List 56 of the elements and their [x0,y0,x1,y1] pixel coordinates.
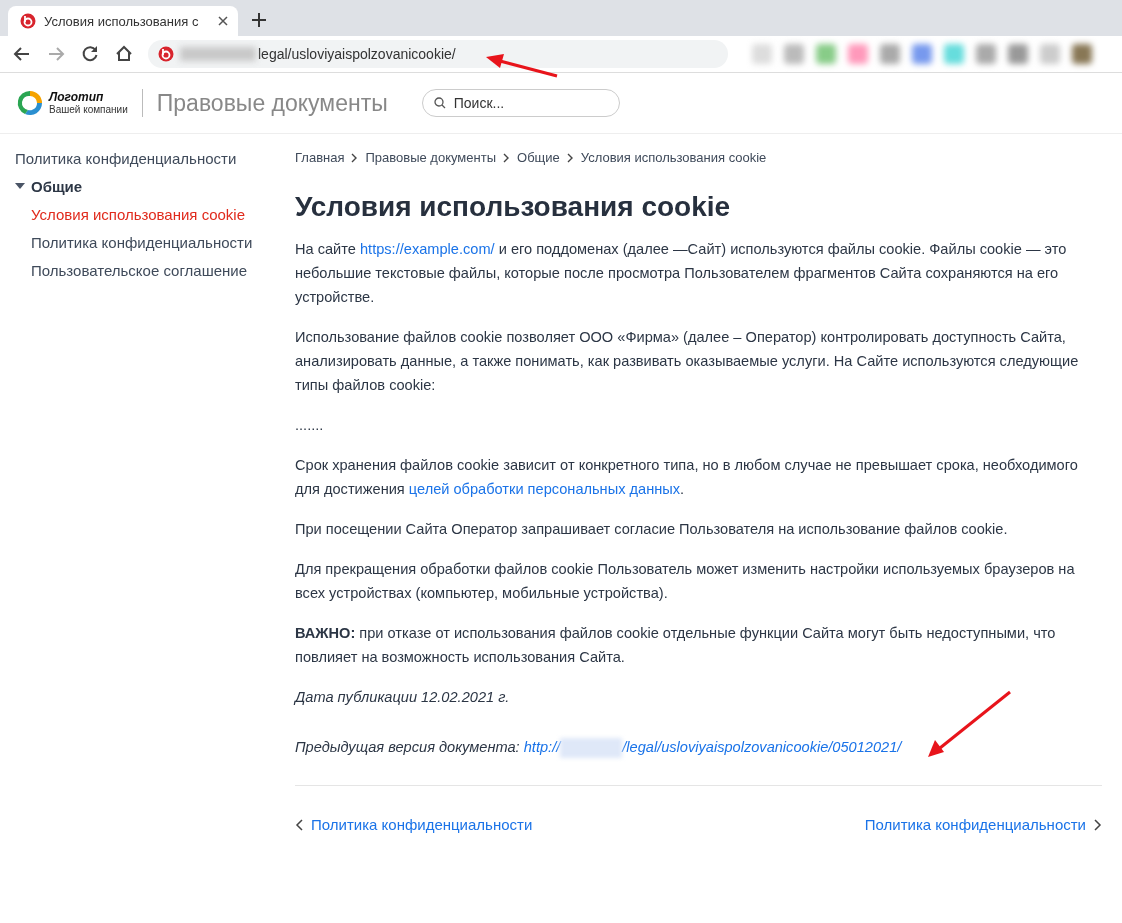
site-title: Правовые документы [156,89,388,117]
paragraph: Предыдущая версия документа: http:// /legal/usloviyaispolzovanicookie/05012021/ [295,735,1102,759]
extension-icon[interactable] [1040,44,1060,64]
browser-tab[interactable]: Условия использования с [8,6,238,36]
text-link[interactable]: /legal/usloviyaispolzovanicookie/05012021/ [622,739,902,755]
extension-icon[interactable] [848,44,868,64]
breadcrumb-item[interactable]: Правовые документы [365,150,497,165]
chevron-left-icon[interactable] [295,818,303,831]
breadcrumb-item: Условия использования cookie [580,150,767,165]
breadcrumb-item[interactable]: Общие [517,150,560,165]
previous-page-link[interactable]: Политика конфиденциальности [311,816,533,833]
paragraph: ....... [295,416,325,435]
page-title: Условия использования cookie [295,191,732,223]
sidebar-item[interactable]: Политика конфиденциальности [31,233,253,251]
paragraph: На сайте https://example.com/ и его поддоменах (далее —Сайт) используются файлы cookie. Файлы cookie — это небольшие текстовые файлы, которые после просмотра Пользователем фрагментов Сайта сохраняются на его устройстве. [295,240,1068,307]
extension-icon[interactable] [752,44,772,64]
extension-icon[interactable] [880,44,900,64]
favicon-icon [158,46,174,62]
extension-icon[interactable] [816,44,836,64]
chevron-right-icon [503,152,511,163]
extension-icon[interactable] [784,44,804,64]
search-field[interactable]: Поиск... [421,89,620,117]
sidebar-item[interactable]: Условия использования cookie [31,205,245,223]
chevron-right-icon [566,152,574,163]
annotation-arrow [486,54,558,78]
extension-icon[interactable] [1008,44,1028,64]
extension-icon[interactable] [1072,44,1092,64]
sidebar-item[interactable]: Пользовательское соглашение [31,261,248,279]
text-link[interactable]: https://example.com/ [359,241,495,257]
extension-icon[interactable] [976,44,996,64]
paragraph: При посещении Сайта Оператор запрашивает согласие Пользователя на использование файлов cookie. [295,520,1009,539]
url-text: legal/usloviyaispolzovanicookie/ [258,46,456,62]
logo-icon [15,88,45,118]
extension-icon[interactable] [944,44,964,64]
chevron-right-icon [351,152,359,163]
close-icon[interactable] [218,16,228,26]
caret-down-icon[interactable] [15,181,25,191]
paragraph: Срок хранения файлов cookie зависит от конкретного типа, но в любом случае не превышает срока, необходимого для достижения целей обработки персональных данных. [295,456,1079,499]
next-page-link[interactable]: Политика конфиденциальности [864,816,1086,833]
text-link[interactable]: http:// [523,739,561,755]
tab-title: Условия использования с [44,13,200,29]
paragraph: Для прекращения обработки файлов cookie Пользователь может изменить настройки используемых браузеров на всех устройствах (компьютер, мобильные устройства). [295,560,1076,603]
chevron-right-icon[interactable] [1094,818,1102,831]
new-tab-icon[interactable] [252,13,266,27]
sidebar-item[interactable]: Политика конфиденциальности [15,149,237,167]
breadcrumb-item[interactable]: Главная [295,150,345,165]
paragraph: Использование файлов cookie позволяет ООО «Фирма» (далее – Оператор) контролировать доступность Сайта, анализировать данные, а также понимать, как развивать оказываемые услуги. На Сайте используются следующие типы файлов cookie: [295,328,1080,395]
logo-subtitle: Вашей компании [49,104,128,116]
sidebar-item[interactable]: Общие [31,177,83,195]
favicon-icon [20,13,36,29]
logo-name: Логотип [49,90,105,105]
address-bar[interactable]: legal/usloviyaispolzovanicookie/ [148,40,728,68]
paragraph: Дата публикации 12.02.2021 г. [295,688,511,707]
extension-icon[interactable] [912,44,932,64]
paragraph: ВАЖНО: при отказе от использования файлов cookie отдельные функции Сайта могут быть недоступными, что повлияет на возможность использования Сайта. [295,624,1057,667]
search-icon [433,97,446,109]
